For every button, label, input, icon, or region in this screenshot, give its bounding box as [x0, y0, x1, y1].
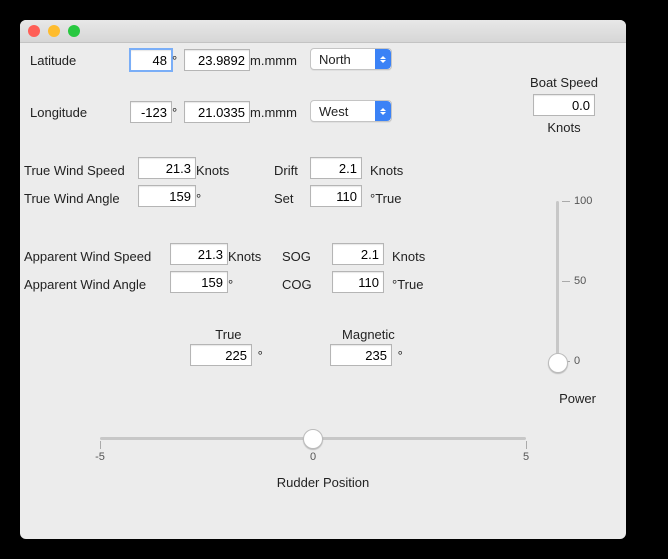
- app-window: Latitude ° m.mmm North Longitude ° m.mmm…: [20, 20, 626, 539]
- sog-label: SOG: [282, 249, 311, 264]
- latitude-hemi-select[interactable]: North: [310, 48, 392, 70]
- longitude-deg-field[interactable]: [130, 101, 172, 123]
- heading-true-unit: °: [258, 348, 263, 363]
- sog-field[interactable]: [332, 243, 384, 265]
- latitude-min-field[interactable]: [184, 49, 250, 71]
- longitude-hemi-select[interactable]: West: [310, 100, 392, 122]
- tws-field[interactable]: [138, 157, 196, 179]
- chevron-updown-icon: [375, 101, 391, 121]
- power-slider[interactable]: 100 50 0: [552, 195, 600, 375]
- twa-field[interactable]: [138, 185, 196, 207]
- minimize-icon[interactable]: [48, 25, 60, 37]
- longitude-min-field[interactable]: [184, 101, 250, 123]
- heading-mag-group: Magnetic °: [330, 327, 407, 366]
- latitude-deg-symbol: °: [172, 53, 177, 68]
- power-tick-50: 50: [562, 281, 570, 282]
- heading-mag-field[interactable]: [330, 344, 392, 366]
- latitude-deg-field[interactable]: [130, 49, 172, 71]
- latitude-hemi-value: North: [319, 52, 351, 67]
- aws-label: Apparent Wind Speed: [24, 249, 151, 264]
- heading-true-label: True: [190, 327, 267, 342]
- heading-mag-unit: °: [398, 348, 403, 363]
- power-label: Power: [559, 391, 596, 406]
- titlebar: [20, 20, 626, 43]
- set-field[interactable]: [310, 185, 362, 207]
- longitude-hemi-value: West: [319, 104, 348, 119]
- tws-unit: Knots: [196, 163, 229, 178]
- tws-label: True Wind Speed: [24, 163, 125, 178]
- longitude-min-unit: m.mmm: [250, 105, 297, 120]
- rudder-label: Rudder Position: [20, 475, 626, 490]
- boat-speed-group: Boat Speed Knots: [530, 75, 598, 135]
- boat-speed-unit: Knots: [530, 120, 598, 135]
- aws-unit: Knots: [228, 249, 261, 264]
- latitude-min-unit: m.mmm: [250, 53, 297, 68]
- boat-speed-field[interactable]: [533, 94, 595, 116]
- longitude-deg-symbol: °: [172, 105, 177, 120]
- power-slider-knob[interactable]: [548, 353, 568, 373]
- rudder-slider-track: -5 0 5: [100, 437, 526, 440]
- awa-field[interactable]: [170, 271, 228, 293]
- power-slider-track: [556, 201, 559, 369]
- rudder-slider-knob[interactable]: [303, 429, 323, 449]
- content-area: Latitude ° m.mmm North Longitude ° m.mmm…: [20, 43, 626, 539]
- rudder-tick-5: 5: [526, 441, 527, 449]
- awa-unit: °: [228, 277, 233, 292]
- cog-label: COG: [282, 277, 312, 292]
- twa-label: True Wind Angle: [24, 191, 120, 206]
- heading-true-group: True °: [190, 327, 267, 366]
- rudder-tick-neg5: -5: [100, 441, 101, 449]
- heading-mag-label: Magnetic: [330, 327, 407, 342]
- drift-label: Drift: [274, 163, 298, 178]
- cog-unit: °True: [392, 277, 423, 292]
- drift-field[interactable]: [310, 157, 362, 179]
- set-label: Set: [274, 191, 294, 206]
- rudder-slider[interactable]: -5 0 5: [100, 437, 526, 440]
- cog-field[interactable]: [332, 271, 384, 293]
- zoom-icon[interactable]: [68, 25, 80, 37]
- chevron-updown-icon: [375, 49, 391, 69]
- set-unit: °True: [370, 191, 401, 206]
- heading-true-field[interactable]: [190, 344, 252, 366]
- twa-unit: °: [196, 191, 201, 206]
- longitude-label: Longitude: [30, 105, 87, 120]
- drift-unit: Knots: [370, 163, 403, 178]
- sog-unit: Knots: [392, 249, 425, 264]
- aws-field[interactable]: [170, 243, 228, 265]
- boat-speed-title: Boat Speed: [530, 75, 598, 90]
- awa-label: Apparent Wind Angle: [24, 277, 146, 292]
- latitude-label: Latitude: [30, 53, 76, 68]
- close-icon[interactable]: [28, 25, 40, 37]
- power-tick-100: 100: [562, 201, 570, 202]
